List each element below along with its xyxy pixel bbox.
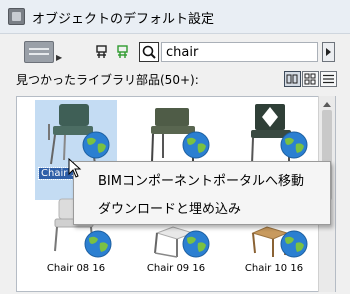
globe-icon[interactable] <box>279 130 309 160</box>
menu-item-go-to-bim-portal[interactable]: BIMコンポーネントポータルへ移動 <box>98 170 304 189</box>
globe-icon[interactable] <box>181 130 211 160</box>
globe-icon[interactable] <box>181 229 211 259</box>
small-thumbnail-view-button[interactable] <box>302 71 319 87</box>
small-thumbnail-icon <box>304 73 316 85</box>
search-icon <box>142 45 156 59</box>
list-view-button[interactable] <box>320 71 337 87</box>
search-input[interactable] <box>161 42 318 62</box>
scroll-up-arrow-icon[interactable] <box>323 102 331 107</box>
large-thumbnail-view-button[interactable] <box>284 71 301 87</box>
view-mode-button[interactable] <box>24 41 54 63</box>
results-count-label: 見つかったライブラリ部品(50+): <box>16 73 199 87</box>
item-label: Chair 10 16 <box>244 263 304 274</box>
globe-icon[interactable] <box>83 229 113 259</box>
window-title: オブジェクトのデフォルト設定 <box>32 12 215 27</box>
list-view-icon <box>323 74 334 84</box>
toolbar: ▶ <box>0 34 350 70</box>
menu-item-download-and-embed[interactable]: ダウンロードと埋め込み <box>98 198 241 217</box>
globe-icon[interactable] <box>81 130 111 160</box>
library-tree-green-icon[interactable] <box>116 44 132 60</box>
globe-icon[interactable] <box>279 229 309 259</box>
mouse-cursor-icon <box>68 158 82 178</box>
large-thumbnail-icon <box>286 74 298 84</box>
library-tree-icon[interactable] <box>95 44 111 60</box>
search-button[interactable] <box>139 42 159 62</box>
item-label: Chair 09 16 <box>146 263 206 274</box>
window-titlebar: オブジェクトのデフォルト設定 <box>0 0 350 34</box>
arrow-right-button[interactable] <box>322 42 335 62</box>
view-mode-caret-icon[interactable]: ▶ <box>56 53 62 62</box>
app-icon <box>8 8 25 25</box>
item-label: Chair 08 16 <box>46 263 106 274</box>
context-menu: BIMコンポーネントポータルへ移動 ダウンロードと埋め込み <box>73 161 331 225</box>
